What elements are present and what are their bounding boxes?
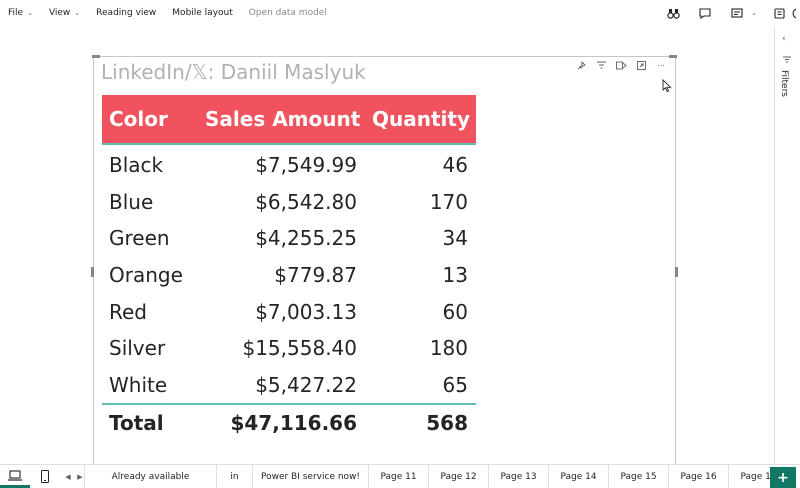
page-tab[interactable]: Already available bbox=[84, 465, 216, 488]
view-icon[interactable] bbox=[726, 0, 748, 26]
cell-color: White bbox=[109, 372, 168, 397]
menu-view-label: View bbox=[48, 8, 71, 18]
column-header-quantity[interactable]: Quantity bbox=[364, 95, 476, 143]
total-quantity: 568 bbox=[426, 410, 468, 435]
cell-color: Orange bbox=[109, 263, 183, 288]
chevron-left-icon[interactable]: ◀ bbox=[60, 465, 76, 488]
comment-icon[interactable] bbox=[694, 0, 716, 26]
chevron-down-icon: ⌄ bbox=[74, 9, 81, 17]
cell-quantity: 180 bbox=[429, 336, 468, 361]
menu-reading-view[interactable]: Reading view bbox=[88, 0, 164, 26]
table-row[interactable]: Red $7,003.13 60 bbox=[102, 293, 476, 330]
filters-label: Filters bbox=[779, 70, 789, 97]
cell-quantity: 46 bbox=[442, 153, 468, 178]
page-tab-active[interactable]: Power BI service now! bbox=[252, 465, 368, 488]
filter-icon[interactable] bbox=[591, 57, 611, 73]
page-tab[interactable]: Page 15 bbox=[608, 465, 668, 488]
add-page-button[interactable]: + bbox=[770, 467, 796, 488]
table-row[interactable]: White $5,427.22 65 bbox=[102, 367, 476, 404]
filter-icon bbox=[783, 56, 791, 66]
cell-quantity: 60 bbox=[442, 299, 468, 324]
cell-sales-amount: $7,549.99 bbox=[255, 153, 357, 178]
focus-mode-icon[interactable] bbox=[611, 57, 631, 73]
page-tab[interactable]: Page 12 bbox=[428, 465, 488, 488]
menu-file-label: File bbox=[8, 8, 24, 18]
menu-mobile-layout-label: Mobile layout bbox=[172, 8, 233, 18]
table-row[interactable]: Green $4,255.25 34 bbox=[102, 220, 476, 257]
table-visual[interactable]: LinkedIn/𝕏: Daniil Maslyuk ⋯ Color Sales… bbox=[91, 55, 678, 488]
column-header-sales-amount[interactable]: Sales Amount bbox=[197, 95, 364, 143]
cell-color: Black bbox=[109, 153, 164, 178]
page-tab-bar: ◀ ▶ Already available in Power BI servic… bbox=[0, 464, 800, 488]
table-row[interactable]: Silver $15,558.40 180 bbox=[102, 330, 476, 367]
resize-handle[interactable] bbox=[675, 267, 678, 277]
menu-mobile-layout[interactable]: Mobile layout bbox=[164, 0, 240, 26]
cell-color: Blue bbox=[109, 189, 154, 214]
menubar-actions: ⌄ bbox=[662, 0, 800, 26]
menu-view[interactable]: View ⌄ bbox=[41, 0, 88, 26]
cell-sales-amount: $779.87 bbox=[274, 263, 357, 288]
mouse-cursor-icon bbox=[662, 79, 672, 93]
chevron-down-icon[interactable]: ⌄ bbox=[748, 0, 760, 26]
resize-handle[interactable] bbox=[92, 55, 100, 58]
report-canvas: LinkedIn/𝕏: Daniil Maslyuk ⋯ Color Sales… bbox=[0, 26, 774, 488]
notebook-icon[interactable] bbox=[768, 0, 790, 26]
cell-color: Silver bbox=[109, 336, 166, 361]
cell-sales-amount: $15,558.40 bbox=[242, 336, 357, 361]
filters-pane[interactable]: ‹ Filters bbox=[774, 26, 800, 464]
menu-bar: File ⌄ View ⌄ Reading view Mobile layout… bbox=[0, 0, 800, 26]
chevron-down-icon: ⌄ bbox=[27, 9, 33, 17]
desktop-layout-icon[interactable] bbox=[0, 465, 30, 488]
menu-open-data-model-label: Open data model bbox=[248, 8, 327, 18]
visual-title: LinkedIn/𝕏: Daniil Maslyuk bbox=[101, 60, 366, 84]
resize-handle[interactable] bbox=[91, 267, 94, 277]
page-tabs: Already available in Power BI service no… bbox=[84, 465, 788, 488]
menu-file[interactable]: File ⌄ bbox=[0, 0, 41, 26]
menu-open-data-model[interactable]: Open data model bbox=[241, 0, 335, 26]
more-icon[interactable] bbox=[790, 0, 800, 26]
cell-color: Green bbox=[109, 226, 170, 251]
chevron-right-icon[interactable]: ▶ bbox=[76, 465, 84, 488]
total-label: Total bbox=[109, 410, 164, 435]
table-row[interactable]: Blue $6,542.80 170 bbox=[102, 184, 476, 221]
total-sales-amount: $47,116.66 bbox=[230, 410, 357, 435]
mobile-layout-icon[interactable] bbox=[30, 465, 60, 488]
column-header-color[interactable]: Color bbox=[102, 95, 197, 143]
page-tab[interactable]: Page 16 bbox=[668, 465, 728, 488]
table-header: Color Sales Amount Quantity bbox=[102, 95, 476, 145]
visual-header: ⋯ bbox=[571, 57, 671, 73]
expand-icon[interactable] bbox=[631, 57, 651, 73]
cell-quantity: 65 bbox=[442, 372, 468, 397]
cell-sales-amount: $6,542.80 bbox=[255, 189, 357, 214]
cell-quantity: 13 bbox=[442, 263, 468, 288]
page-tab[interactable]: Page 13 bbox=[488, 465, 548, 488]
cell-quantity: 34 bbox=[442, 226, 468, 251]
data-table: Color Sales Amount Quantity Black $7,549… bbox=[102, 95, 476, 440]
cell-sales-amount: $5,427.22 bbox=[255, 372, 357, 397]
more-options-icon[interactable]: ⋯ bbox=[651, 57, 671, 73]
binoculars-icon[interactable] bbox=[662, 0, 684, 26]
chevron-left-icon[interactable]: ‹ bbox=[782, 34, 786, 44]
menu-reading-view-label: Reading view bbox=[96, 8, 157, 18]
table-body: Black $7,549.99 46 Blue $6,542.80 170 Gr… bbox=[102, 145, 476, 403]
cell-sales-amount: $4,255.25 bbox=[255, 226, 357, 251]
cell-sales-amount: $7,003.13 bbox=[255, 299, 357, 324]
table-row[interactable]: Orange $779.87 13 bbox=[102, 257, 476, 294]
cell-quantity: 170 bbox=[429, 189, 468, 214]
page-tab[interactable]: in bbox=[216, 465, 252, 488]
table-total-row: Total $47,116.66 568 bbox=[102, 403, 476, 440]
pin-icon[interactable] bbox=[571, 57, 591, 73]
cell-color: Red bbox=[109, 299, 147, 324]
page-tab[interactable]: Page 14 bbox=[548, 465, 608, 488]
table-row[interactable]: Black $7,549.99 46 bbox=[102, 147, 476, 184]
page-tab[interactable]: Page 11 bbox=[368, 465, 428, 488]
